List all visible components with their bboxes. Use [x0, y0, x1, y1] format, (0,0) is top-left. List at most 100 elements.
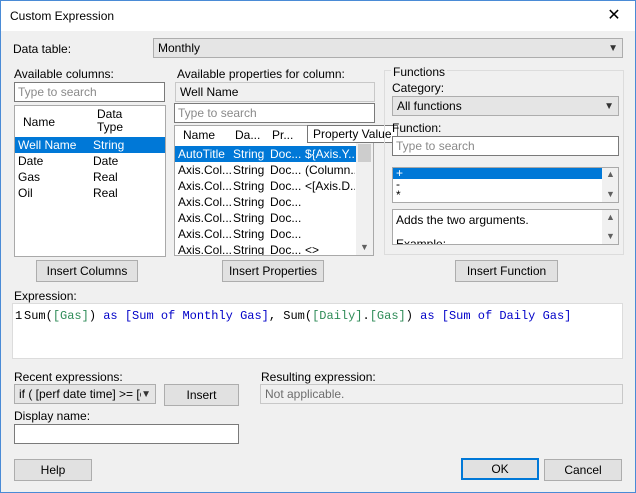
columns-search-input[interactable]: Type to search: [14, 82, 165, 102]
table-row[interactable]: Well Name String: [15, 137, 165, 153]
property-prop: Doc...: [270, 195, 302, 209]
property-value: <[Axis.D...: [305, 179, 355, 193]
table-row[interactable]: AutoTitle String Doc... ${Axis.Y...: [175, 146, 356, 162]
expression-token: Sum(: [283, 309, 313, 323]
properties-scrollbar[interactable]: ▲ ▼: [356, 126, 373, 255]
properties-header-name[interactable]: Name: [183, 128, 215, 142]
chevron-down-icon: ▼: [604, 101, 614, 112]
table-row[interactable]: Axis.Col... String Doc... <>: [175, 242, 356, 255]
properties-header-type[interactable]: Da...: [235, 128, 260, 142]
insert-function-button[interactable]: Insert Function: [455, 260, 558, 282]
table-row[interactable]: Axis.Col... String Doc... <[Axis.D...: [175, 178, 356, 194]
properties-rows: AutoTitle String Doc... ${Axis.Y... Axis.Col…: [175, 146, 356, 255]
property-type: String: [233, 211, 265, 225]
expression-token: ): [405, 309, 421, 323]
column-type: Real: [93, 186, 118, 200]
columns-header-type[interactable]: Data Type: [97, 108, 147, 134]
property-prop: Doc...: [270, 179, 302, 193]
expression-token: ): [88, 309, 104, 323]
columns-list[interactable]: Name Data Type Well Name String Date Date Ga…: [14, 105, 166, 257]
available-columns-label: Available columns:: [14, 67, 114, 81]
expression-label: Expression:: [14, 289, 77, 303]
list-item[interactable]: -: [393, 178, 602, 190]
function-search-input[interactable]: Type to search: [392, 136, 619, 156]
expression-editor[interactable]: 1 Sum([Gas]) as [Sum of Monthly Gas], Su…: [12, 303, 623, 359]
properties-search-input[interactable]: Type to search: [174, 103, 375, 123]
insert-properties-button[interactable]: Insert Properties: [222, 260, 324, 282]
expression-code: Sum([Gas]) as [Sum of Monthly Gas], Sum(…: [24, 309, 571, 323]
column-name: Date: [18, 154, 44, 168]
property-type: String: [233, 179, 265, 193]
available-properties-label: Available properties for column:: [177, 67, 345, 81]
column-type: String: [93, 138, 125, 152]
ok-button[interactable]: OK: [461, 458, 539, 480]
properties-header-prop[interactable]: Pr...: [272, 128, 293, 142]
expression-token: [Gas]: [369, 309, 406, 323]
function-description-text: Adds the two arguments.: [396, 213, 529, 227]
column-type: Real: [93, 170, 118, 184]
line-number: 1: [15, 309, 23, 323]
expression-token: [Sum of Daily Gas]: [441, 309, 572, 323]
property-name: Axis.Col...: [178, 211, 232, 225]
property-name: Axis.Col...: [178, 195, 232, 209]
scroll-down-icon[interactable]: ▼: [602, 229, 618, 243]
column-type: Date: [93, 154, 119, 168]
property-value: <>: [305, 243, 320, 255]
table-row[interactable]: Date Date: [15, 153, 165, 169]
recent-expressions-select[interactable]: if ( [perf date time] >= [c.y ▼: [14, 384, 156, 404]
expression-token: [118, 309, 125, 323]
help-button[interactable]: Help: [14, 459, 92, 481]
insert-columns-button[interactable]: Insert Columns: [36, 260, 138, 282]
property-prop: Doc...: [270, 211, 302, 225]
list-item[interactable]: +: [393, 168, 602, 179]
function-label: Function:: [392, 121, 442, 135]
property-prop: Doc...: [270, 163, 302, 177]
column-name: Oil: [18, 186, 33, 200]
table-row[interactable]: Oil Real: [15, 185, 165, 201]
property-prop: Doc...: [270, 227, 302, 241]
scroll-down-icon[interactable]: ▼: [356, 239, 373, 255]
table-row[interactable]: Axis.Col... String Doc...: [175, 210, 356, 226]
title-bar: Custom Expression ✕: [1, 1, 635, 31]
properties-list[interactable]: Name Da... Pr... AutoTitle String Doc... ${…: [174, 125, 374, 256]
display-name-input[interactable]: [14, 424, 239, 444]
data-table-select[interactable]: Monthly ▼: [153, 38, 623, 58]
close-icon[interactable]: ✕: [593, 1, 635, 31]
cancel-button[interactable]: Cancel: [544, 459, 622, 481]
properties-search-placeholder: Type to search: [178, 106, 257, 120]
function-rows: + - *: [393, 168, 602, 202]
scroll-down-icon[interactable]: ▼: [602, 188, 618, 200]
property-type: String: [233, 147, 265, 161]
property-name: Axis.Col...: [178, 163, 232, 177]
functions-group-label: Functions: [391, 65, 448, 79]
property-value: (Column...: [305, 163, 355, 177]
display-name-label: Display name:: [14, 409, 91, 423]
expression-token: ,: [268, 309, 284, 323]
function-description-example: Example:: [396, 237, 447, 245]
scroll-up-icon[interactable]: ▲: [602, 210, 618, 224]
table-row[interactable]: Axis.Col... String Doc... (Column...: [175, 162, 356, 178]
property-type: String: [233, 195, 265, 209]
function-scrollbar[interactable]: ▲ ▼: [602, 168, 618, 202]
insert-recent-button[interactable]: Insert: [164, 384, 239, 406]
table-row[interactable]: Gas Real: [15, 169, 165, 185]
table-row[interactable]: Axis.Col... String Doc...: [175, 226, 356, 242]
description-scrollbar[interactable]: ▲ ▼: [602, 210, 618, 244]
function-list[interactable]: + - * ▲ ▼: [392, 167, 619, 203]
function-description: Adds the two arguments. Example: ▲ ▼: [392, 209, 619, 245]
property-name: Axis.Col...: [178, 243, 232, 255]
list-item[interactable]: *: [393, 189, 602, 201]
scroll-up-icon[interactable]: ▲: [602, 168, 618, 180]
recent-expressions-value: if ( [perf date time] >= [c.y: [19, 387, 141, 401]
data-table-value: Monthly: [158, 41, 201, 55]
table-row[interactable]: Axis.Col... String Doc...: [175, 194, 356, 210]
column-name: Gas: [18, 170, 41, 184]
property-name: AutoTitle: [178, 147, 225, 161]
category-select[interactable]: All functions ▼: [392, 96, 619, 116]
scroll-thumb[interactable]: [358, 144, 371, 162]
expression-token: Sum(: [24, 309, 53, 323]
chevron-down-icon: ▼: [141, 389, 151, 400]
custom-expression-dialog: Custom Expression ✕ Data table: Monthly …: [0, 0, 636, 493]
columns-header-name[interactable]: Name: [23, 115, 55, 129]
resulting-expression-label: Resulting expression:: [261, 370, 376, 384]
